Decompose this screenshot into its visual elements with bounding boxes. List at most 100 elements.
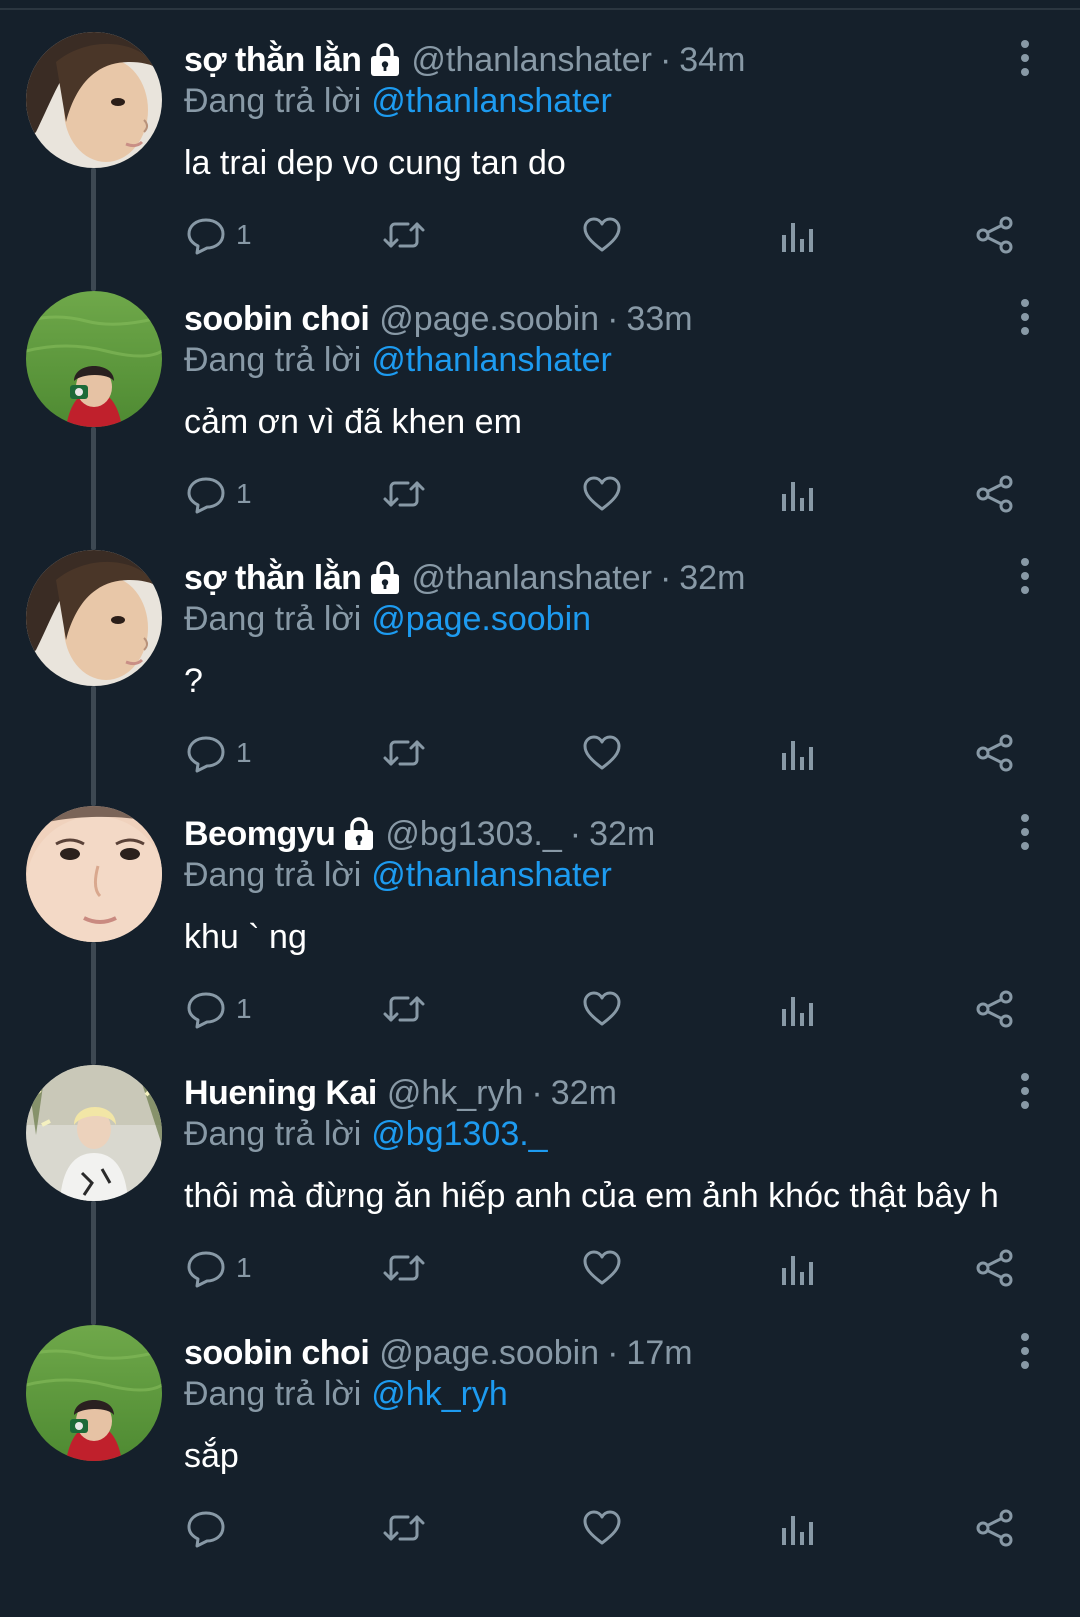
more-options-button[interactable] (1010, 1071, 1040, 1111)
replying-to-handle-link[interactable]: @bg1303._ (371, 1115, 547, 1154)
timestamp[interactable]: 32m (589, 815, 655, 854)
share-button[interactable] (975, 469, 1015, 519)
like-button[interactable] (582, 728, 622, 778)
reply-button[interactable]: 1 (186, 469, 252, 519)
reply-tweet[interactable]: soobin choi @page.soobin · 33m Đang trả lời @… (0, 259, 1080, 526)
like-button[interactable] (582, 984, 622, 1034)
replying-to: Đang trả lời @bg1303._ (184, 1111, 548, 1157)
retweet-button[interactable] (382, 728, 426, 778)
avatar[interactable] (26, 806, 162, 942)
replying-to-handle-link[interactable]: @thanlanshater (371, 82, 612, 121)
share-button[interactable] (975, 728, 1015, 778)
reply-button[interactable]: 1 (186, 210, 252, 260)
tweet-header: sợ thằn lằn @thanlanshater · 32m (184, 554, 745, 602)
lock-icon (343, 817, 375, 851)
user-handle[interactable]: @hk_ryh (387, 1074, 524, 1113)
like-button[interactable] (582, 1243, 622, 1293)
views-button[interactable] (780, 728, 816, 778)
reply-count: 1 (236, 478, 252, 509)
reply-tweet[interactable]: soobin choi @page.soobin · 17m Đang trả lời @… (0, 1293, 1080, 1560)
timestamp[interactable]: 17m (626, 1334, 692, 1373)
reply-tweet[interactable]: sợ thằn lằn @thanlanshater · 34m Đang trả lờ… (0, 0, 1080, 267)
reply-tweet[interactable]: Beomgyu @bg1303._ · 32m Đang trả lời @thanlan… (0, 774, 1080, 1041)
replying-to-handle-link[interactable]: @thanlanshater (371, 856, 612, 895)
retweet-icon (382, 989, 426, 1029)
reply-tweet[interactable]: Huening Kai @hk_ryh · 32m Đang trả lời @bg130… (0, 1033, 1080, 1300)
more-vertical-icon (1010, 1073, 1040, 1115)
reply-thread: sợ thằn lằn @thanlanshater · 34m Đang trả lờ… (0, 0, 1080, 1617)
user-handle[interactable]: @thanlanshater (411, 41, 652, 80)
tweet-header: sợ thằn lằn @thanlanshater · 34m (184, 36, 745, 84)
more-options-button[interactable] (1010, 812, 1040, 852)
user-handle[interactable]: @page.soobin (379, 1334, 599, 1373)
avatar[interactable] (26, 1325, 162, 1461)
avatar[interactable] (26, 32, 162, 168)
user-handle[interactable]: @bg1303._ (385, 815, 561, 854)
replying-to: Đang trả lời @thanlanshater (184, 78, 612, 124)
display-name[interactable]: Huening Kai (184, 1074, 377, 1113)
views-button[interactable] (780, 1503, 816, 1553)
more-options-button[interactable] (1010, 297, 1040, 337)
display-name[interactable]: soobin choi (184, 300, 370, 339)
timestamp[interactable]: 32m (551, 1074, 617, 1113)
views-button[interactable] (780, 210, 816, 260)
user-handle[interactable]: @page.soobin (379, 300, 599, 339)
reply-bubble-icon (186, 1248, 226, 1288)
replying-to: Đang trả lời @thanlanshater (184, 852, 612, 898)
reply-bubble-icon (186, 215, 226, 255)
heart-icon (582, 1249, 622, 1287)
avatar[interactable] (26, 1065, 162, 1201)
share-button[interactable] (975, 1503, 1015, 1553)
avatar[interactable] (26, 291, 162, 427)
retweet-icon (382, 1248, 426, 1288)
reply-tweet[interactable]: sợ thằn lằn @thanlanshater · 32m Đang trả lờ… (0, 518, 1080, 785)
more-options-button[interactable] (1010, 38, 1040, 78)
replying-to-label: Đang trả lời (184, 81, 362, 120)
like-button[interactable] (582, 210, 622, 260)
replying-to: Đang trả lời @thanlanshater (184, 337, 612, 383)
views-button[interactable] (780, 1243, 816, 1293)
retweet-button[interactable] (382, 984, 426, 1034)
reply-button[interactable]: 1 (186, 1243, 252, 1293)
reply-button[interactable] (186, 1503, 226, 1553)
display-name[interactable]: sợ thằn lằn (184, 41, 362, 80)
more-vertical-icon (1010, 558, 1040, 600)
avatar[interactable] (26, 550, 162, 686)
replying-to-handle-link[interactable]: @thanlanshater (371, 341, 612, 380)
user-handle[interactable]: @thanlanshater (411, 559, 652, 598)
reply-count: 1 (236, 993, 252, 1024)
tweet-text: thôi mà đừng ăn hiếp anh của em ảnh khóc… (184, 1176, 999, 1215)
display-name[interactable]: Beomgyu (184, 815, 336, 854)
retweet-button[interactable] (382, 1503, 426, 1553)
display-name[interactable]: soobin choi (184, 1334, 370, 1373)
tweet-actions: 1 (0, 210, 1080, 260)
reply-button[interactable]: 1 (186, 728, 252, 778)
retweet-button[interactable] (382, 469, 426, 519)
like-button[interactable] (582, 469, 622, 519)
retweet-button[interactable] (382, 210, 426, 260)
reply-button[interactable]: 1 (186, 984, 252, 1034)
retweet-icon (382, 1508, 426, 1548)
timestamp[interactable]: 33m (626, 300, 692, 339)
more-options-button[interactable] (1010, 1331, 1040, 1371)
tweet-actions (0, 1503, 1080, 1553)
separator-dot: · (607, 1333, 619, 1372)
heart-icon (582, 734, 622, 772)
timestamp[interactable]: 32m (679, 559, 745, 598)
like-button[interactable] (582, 1503, 622, 1553)
replying-to-handle-link[interactable]: @page.soobin (371, 600, 591, 639)
more-options-button[interactable] (1010, 556, 1040, 596)
retweet-icon (382, 215, 426, 255)
share-button[interactable] (975, 984, 1015, 1034)
replying-to-handle-link[interactable]: @hk_ryh (371, 1375, 508, 1414)
tweet-header: Huening Kai @hk_ryh · 32m (184, 1069, 617, 1117)
display-name[interactable]: sợ thằn lằn (184, 559, 362, 598)
views-button[interactable] (780, 469, 816, 519)
timestamp[interactable]: 34m (679, 41, 745, 80)
share-button[interactable] (975, 1243, 1015, 1293)
analytics-bars-icon (780, 733, 816, 773)
lock-icon (369, 43, 401, 77)
share-button[interactable] (975, 210, 1015, 260)
retweet-button[interactable] (382, 1243, 426, 1293)
views-button[interactable] (780, 984, 816, 1034)
